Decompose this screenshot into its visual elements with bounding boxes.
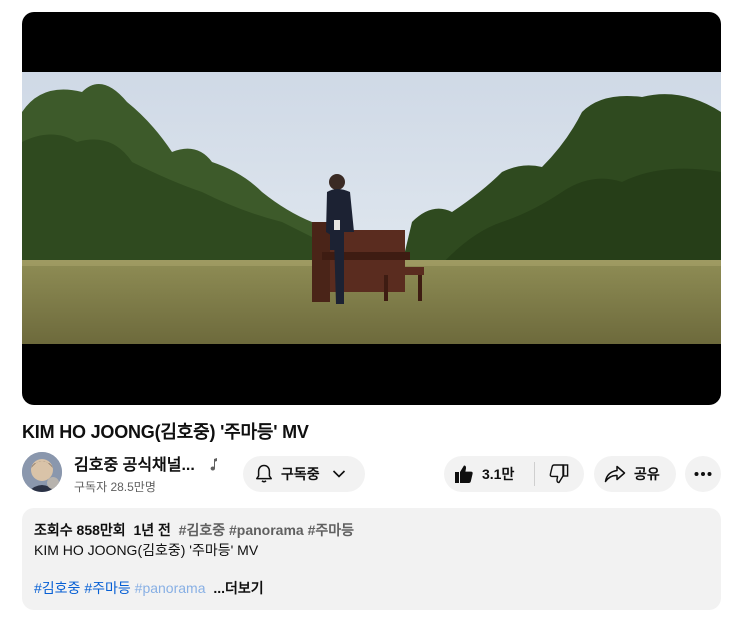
top-tag[interactable]: #주마등 bbox=[308, 522, 354, 538]
subscribe-button[interactable]: 구독중 bbox=[243, 456, 365, 492]
thumbs-up-icon bbox=[455, 465, 473, 483]
thumbs-down-icon bbox=[549, 464, 569, 484]
hashtag-link[interactable]: #panorama bbox=[135, 580, 206, 596]
subscribe-label: 구독중 bbox=[281, 466, 320, 482]
description-hashtags: #김호중 #주마등 #panorama ...더보기 bbox=[34, 578, 709, 598]
video-frame[interactable] bbox=[22, 72, 721, 344]
video-title: KIM HO JOONG(김호중) '주마등' MV bbox=[22, 422, 309, 442]
music-note-icon bbox=[210, 458, 217, 471]
show-more-button[interactable]: ...더보기 bbox=[213, 580, 263, 596]
more-horizontal-icon bbox=[694, 472, 712, 476]
like-count: 3.1만 bbox=[482, 466, 515, 482]
bell-icon bbox=[256, 464, 272, 483]
hashtag-link[interactable]: #주마등 bbox=[84, 580, 130, 596]
subscriber-count: 구독자 28.5만명 bbox=[74, 480, 156, 494]
dislike-button[interactable] bbox=[535, 456, 583, 492]
hashtag-link[interactable]: #김호중 bbox=[34, 580, 80, 596]
top-tag[interactable]: #김호중 bbox=[179, 522, 225, 538]
like-dislike-group: 3.1만 bbox=[444, 456, 584, 492]
share-icon bbox=[604, 465, 626, 483]
more-actions-button[interactable] bbox=[685, 456, 721, 492]
view-count: 조회수 858만회 bbox=[34, 522, 126, 538]
video-owner-row: 김호중 공식채널... 구독자 28.5만명 구독중 3.1만 공유 bbox=[22, 452, 721, 494]
top-tag[interactable]: #panorama bbox=[229, 522, 304, 538]
video-thumbnail bbox=[22, 72, 721, 344]
description-text: KIM HO JOONG(김호중) '주마등' MV bbox=[34, 542, 259, 558]
avatar-icon[interactable] bbox=[22, 452, 62, 492]
share-label: 공유 bbox=[634, 466, 660, 482]
like-button[interactable]: 3.1만 bbox=[444, 456, 534, 492]
avatar-image bbox=[22, 452, 62, 492]
chevron-down-icon bbox=[332, 470, 345, 478]
share-button[interactable]: 공유 bbox=[594, 456, 676, 492]
upload-age: 1년 전 bbox=[133, 522, 171, 538]
video-player[interactable] bbox=[22, 12, 721, 405]
description-meta: 조회수 858만회 1년 전 #김호중 #panorama #주마등 bbox=[34, 520, 709, 540]
description-box[interactable]: 조회수 858만회 1년 전 #김호중 #panorama #주마등 KIM H… bbox=[22, 508, 721, 610]
channel-name[interactable]: 김호중 공식채널... bbox=[74, 456, 195, 476]
